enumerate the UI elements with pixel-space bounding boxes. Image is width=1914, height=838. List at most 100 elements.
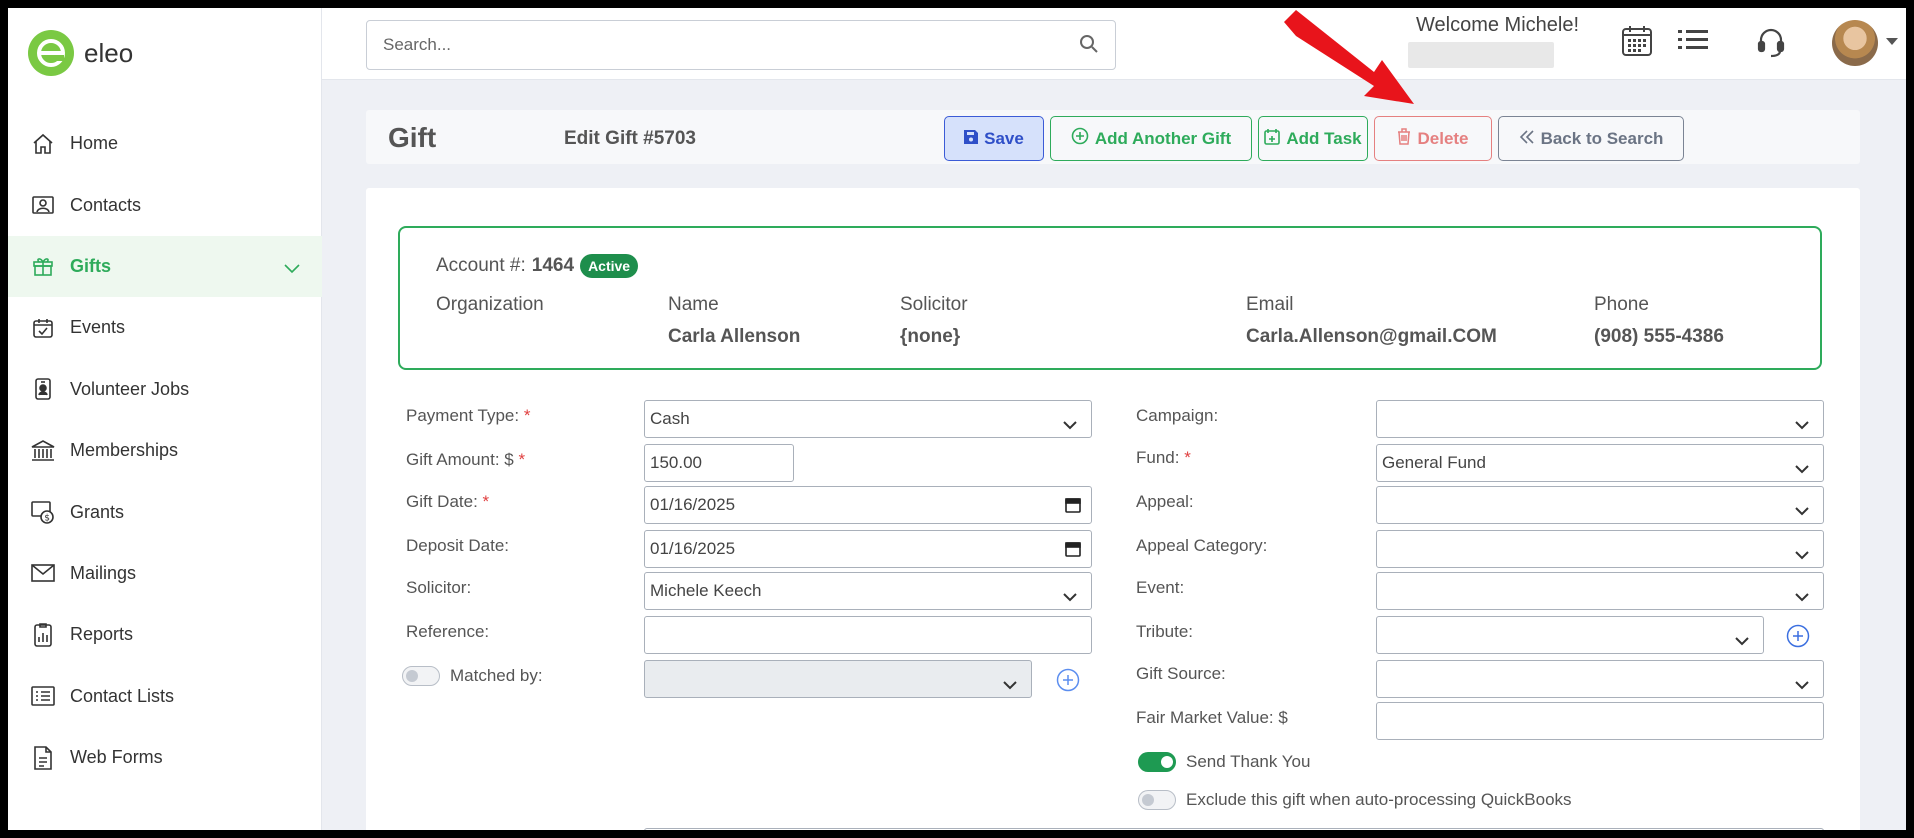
phone-column: Phone (908) 555-4386 xyxy=(1594,294,1724,347)
fund-select[interactable]: General Fund xyxy=(1376,444,1824,482)
add-matched-by-plus-icon[interactable] xyxy=(1056,668,1080,692)
list-icon xyxy=(28,681,58,711)
sidebar-item-memberships[interactable]: Memberships xyxy=(8,420,322,481)
logo[interactable]: eleo xyxy=(28,30,133,76)
edit-gift-title: Edit Gift #5703 xyxy=(564,128,696,149)
calendar-icon[interactable] xyxy=(1065,497,1081,518)
sidebar-nav: Home Contacts Gifts Events Volunteer Job… xyxy=(8,113,322,788)
sidebar-item-home[interactable]: Home xyxy=(8,113,322,174)
back-to-search-button[interactable]: Back to Search xyxy=(1498,116,1684,161)
account-summary: Account #: 1464 Active Organization Name… xyxy=(398,226,1822,370)
notes-field[interactable] xyxy=(644,828,1824,830)
matched-by-label: Matched by: xyxy=(450,666,543,685)
delete-button[interactable]: Delete xyxy=(1374,116,1492,161)
chevron-down-icon xyxy=(1003,675,1017,695)
appeal-category-select[interactable] xyxy=(1376,530,1824,568)
solicitor-select[interactable]: Michele Keech xyxy=(644,572,1092,610)
account-number[interactable]: 1464 xyxy=(532,255,574,277)
gift-source-label: Gift Source: xyxy=(1136,664,1226,683)
fair-market-value-label: Fair Market Value: $ xyxy=(1136,708,1288,727)
add-another-gift-button[interactable]: Add Another Gift xyxy=(1050,116,1252,161)
deposit-date-input[interactable]: 01/16/2025 xyxy=(644,530,1092,568)
gift-form-card: Account #: 1464 Active Organization Name… xyxy=(366,188,1860,830)
sidebar-item-events[interactable]: Events xyxy=(8,297,322,358)
add-task-button[interactable]: Add Task xyxy=(1258,116,1368,161)
sidebar-item-contacts[interactable]: Contacts xyxy=(8,174,322,235)
name-column: Name Carla Allenson xyxy=(668,294,801,348)
gift-date-input[interactable]: 01/16/2025 xyxy=(644,486,1092,524)
sidebar: eleo Home Contacts Gifts Events Voluntee… xyxy=(8,8,322,830)
app-window: eleo Home Contacts Gifts Events Voluntee… xyxy=(8,8,1906,830)
campaign-label: Campaign: xyxy=(1136,406,1219,425)
gift-amount-label: Gift Amount: $ * xyxy=(406,450,526,469)
send-thank-you-label: Send Thank You xyxy=(1186,752,1311,771)
reference-input[interactable] xyxy=(644,616,1092,654)
email-value[interactable]: Carla.Allenson@gmail.COM xyxy=(1246,326,1497,348)
search-box[interactable] xyxy=(366,20,1116,70)
gift-source-select[interactable] xyxy=(1376,660,1824,698)
caret-down-icon[interactable] xyxy=(1886,38,1898,45)
exclude-quickbooks-toggle[interactable] xyxy=(1138,790,1176,810)
add-tribute-plus-icon[interactable] xyxy=(1786,624,1810,648)
phone-value: (908) 555-4386 xyxy=(1594,326,1724,347)
badge-icon xyxy=(28,374,58,404)
sidebar-item-label: Contact Lists xyxy=(70,685,175,706)
sidebar-item-web-forms[interactable]: Web Forms xyxy=(8,727,322,788)
page-header: Gift Edit Gift #5703 Save Add Another Gi… xyxy=(366,110,1860,164)
appeal-label: Appeal: xyxy=(1136,492,1194,511)
chevron-down-icon[interactable] xyxy=(284,258,300,279)
chevron-down-icon xyxy=(1795,545,1809,565)
calendar-icon[interactable] xyxy=(1620,24,1654,63)
appeal-select[interactable] xyxy=(1376,486,1824,524)
user-avatar[interactable] xyxy=(1832,20,1878,66)
chevron-down-icon xyxy=(1735,631,1749,651)
sidebar-item-volunteer-jobs[interactable]: Volunteer Jobs xyxy=(8,359,322,420)
tribute-select[interactable] xyxy=(1376,616,1764,654)
sidebar-item-label: Reports xyxy=(70,624,134,645)
bank-icon xyxy=(28,436,58,466)
deposit-date-label: Deposit Date: xyxy=(406,536,509,555)
event-select[interactable] xyxy=(1376,572,1824,610)
sidebar-item-grants[interactable]: $ Grants xyxy=(8,481,322,542)
task-list-icon[interactable] xyxy=(1678,28,1708,57)
chevron-down-icon xyxy=(1063,415,1077,435)
sidebar-item-label: Grants xyxy=(70,501,125,522)
gift-amount-input[interactable]: 150.00 xyxy=(644,444,794,482)
contact-name[interactable]: Carla Allenson xyxy=(668,326,800,348)
solicitor-label: Solicitor: xyxy=(406,578,472,597)
chevron-down-icon xyxy=(1795,415,1809,435)
calendar-icon[interactable] xyxy=(1065,541,1081,562)
fund-label: Fund: * xyxy=(1136,448,1191,467)
sidebar-item-label: Home xyxy=(70,133,119,154)
sidebar-item-label: Gifts xyxy=(70,255,112,276)
calendar-plus-icon xyxy=(1264,128,1281,150)
payment-type-label: Payment Type: * xyxy=(406,406,531,425)
campaign-select[interactable] xyxy=(1376,400,1824,438)
search-input[interactable] xyxy=(383,33,1043,57)
grant-icon: $ xyxy=(28,497,58,527)
matched-by-select xyxy=(644,660,1032,698)
payment-type-select[interactable]: Cash xyxy=(644,400,1092,438)
exclude-quickbooks-label: Exclude this gift when auto-processing Q… xyxy=(1186,790,1572,809)
chevron-down-icon xyxy=(1795,587,1809,607)
sidebar-item-reports[interactable]: Reports xyxy=(8,604,322,665)
sidebar-item-mailings[interactable]: Mailings xyxy=(8,543,322,604)
sidebar-item-label: Web Forms xyxy=(70,747,163,768)
account-number-line: Account #: 1464 Active xyxy=(436,254,639,278)
send-thank-you-toggle[interactable] xyxy=(1138,752,1176,772)
organization-column: Organization xyxy=(436,294,544,315)
trash-icon xyxy=(1397,127,1411,150)
sidebar-item-contact-lists[interactable]: Contact Lists xyxy=(8,666,322,727)
tribute-label: Tribute: xyxy=(1136,622,1194,641)
floppy-disk-icon xyxy=(964,129,979,149)
headset-icon[interactable] xyxy=(1756,26,1786,63)
chevron-down-icon xyxy=(1795,675,1809,695)
solicitor-column: Solicitor {none} xyxy=(900,294,968,347)
sidebar-item-gifts[interactable]: Gifts xyxy=(8,235,322,298)
matched-by-toggle[interactable] xyxy=(402,666,440,686)
sidebar-item-label: Mailings xyxy=(70,562,137,583)
status-badge: Active xyxy=(580,254,639,278)
search-icon[interactable] xyxy=(1079,34,1099,59)
fair-market-value-input[interactable] xyxy=(1376,702,1824,740)
save-button[interactable]: Save xyxy=(944,116,1044,161)
